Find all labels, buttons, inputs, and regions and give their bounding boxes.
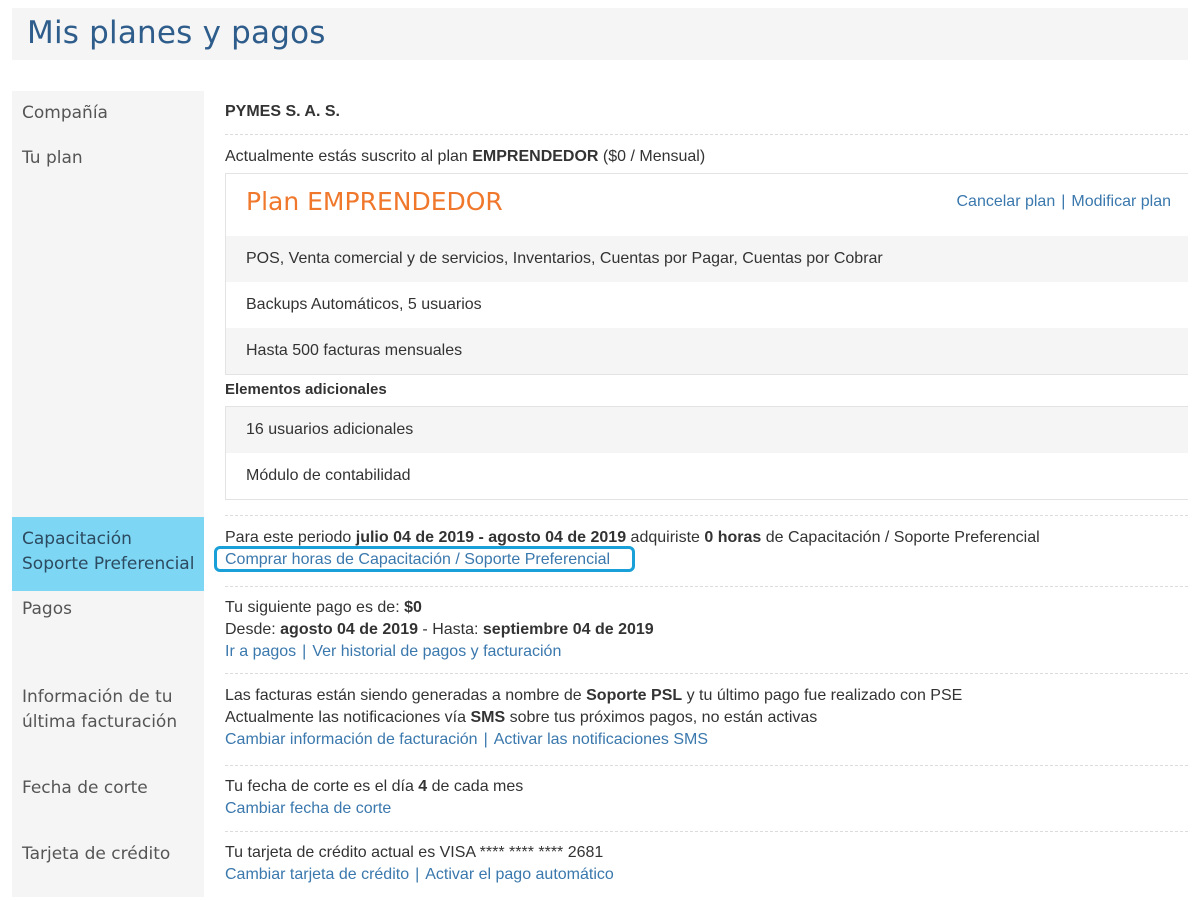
additional-item: 16 usuarios adicionales xyxy=(226,407,1188,453)
go-to-payments-link[interactable]: Ir a pagos xyxy=(225,643,296,660)
training-period: julio 04 de 2019 - agosto 04 de 2019 xyxy=(355,529,627,546)
sidebar-item-training-active: Capacitación Soporte Preferencial xyxy=(12,517,204,591)
modify-plan-link[interactable]: Modificar plan xyxy=(1071,193,1171,210)
additional-box: 16 usuarios adicionales Módulo de contab… xyxy=(225,406,1188,500)
plan-name: EMPRENDEDOR xyxy=(472,148,599,165)
activate-sms-link[interactable]: Activar las notificaciones SMS xyxy=(494,731,708,748)
additional-title: Elementos adicionales xyxy=(225,381,387,398)
sidebar-label-training: Capacitación Soporte Preferencial xyxy=(22,529,195,574)
sidebar-label-card: Tarjeta de crédito xyxy=(22,844,171,864)
payment-to-date: septiembre 04 de 2019 xyxy=(482,621,654,638)
change-cutoff-link[interactable]: Cambiar fecha de corte xyxy=(225,800,391,817)
divider xyxy=(225,831,1188,832)
sidebar-label-billing: Información de tu última facturación xyxy=(22,687,178,732)
billing-sms: SMS xyxy=(470,709,506,726)
cutoff-section: Tu fecha de corte es el día 4 de cada me… xyxy=(225,778,524,817)
payment-from-date: agosto 04 de 2019 xyxy=(280,621,418,638)
payment-history-link[interactable]: Ver historial de pagos y facturación xyxy=(312,643,561,660)
link-separator: | xyxy=(1061,193,1066,210)
company-name: PYMES S. A. S. xyxy=(225,103,340,120)
focus-ring xyxy=(214,546,635,572)
cutoff-day: 4 xyxy=(418,778,428,795)
billing-section: Las facturas están siendo generadas a no… xyxy=(225,687,963,748)
sidebar-label-cutoff: Fecha de corte xyxy=(22,778,148,798)
payment-amount: $0 xyxy=(404,599,422,616)
plan-summary: Actualmente estás suscrito al plan EMPRE… xyxy=(225,148,706,165)
divider xyxy=(225,586,1188,587)
page-header: Mis planes y pagos xyxy=(12,8,1188,60)
plan-actions: Cancelar plan | Modificar plan xyxy=(957,193,1172,211)
plan-box: Plan EMPRENDEDOR Cancelar plan | Modificar… xyxy=(225,173,1188,375)
card-info: Tu tarjeta de crédito actual es VISA ***… xyxy=(225,844,604,861)
company-section: PYMES S. A. S. xyxy=(225,101,1188,123)
sidebar-label-plan: Tu plan xyxy=(22,148,83,168)
plan-feature-item: Backups Automáticos, 5 usuarios xyxy=(246,296,482,313)
plan-feature-item: POS, Venta comercial y de servicios, Inv… xyxy=(226,236,1188,282)
training-hours: 0 horas xyxy=(704,529,762,546)
sidebar-label-payments: Pagos xyxy=(22,599,72,619)
divider xyxy=(225,673,1188,674)
plan-price: ($0 / Mensual) xyxy=(598,148,706,165)
auto-pay-link[interactable]: Activar el pago automático xyxy=(425,866,614,883)
link-separator: | xyxy=(483,731,488,748)
plan-box-title: Plan EMPRENDEDOR xyxy=(246,187,503,216)
plan-feature-item: Hasta 500 facturas mensuales xyxy=(226,328,1188,374)
divider xyxy=(225,765,1188,766)
link-separator: | xyxy=(415,866,420,883)
page-title: Mis planes y pagos xyxy=(27,15,326,51)
divider xyxy=(225,134,1188,135)
card-section: Tu tarjeta de crédito actual es VISA ***… xyxy=(225,842,1188,886)
billing-name: Soporte PSL xyxy=(586,687,683,704)
divider xyxy=(225,515,1188,516)
change-billing-link[interactable]: Cambiar información de facturación xyxy=(225,731,478,748)
link-separator: | xyxy=(302,643,307,660)
payments-section: Tu siguiente pago es de: $0 Desde: agost… xyxy=(225,599,654,660)
additional-item: Módulo de contabilidad xyxy=(246,467,411,484)
cancel-plan-link[interactable]: Cancelar plan xyxy=(957,193,1056,210)
change-card-link[interactable]: Cambiar tarjeta de crédito xyxy=(225,866,409,883)
sidebar-label-company: Compañía xyxy=(22,103,108,123)
